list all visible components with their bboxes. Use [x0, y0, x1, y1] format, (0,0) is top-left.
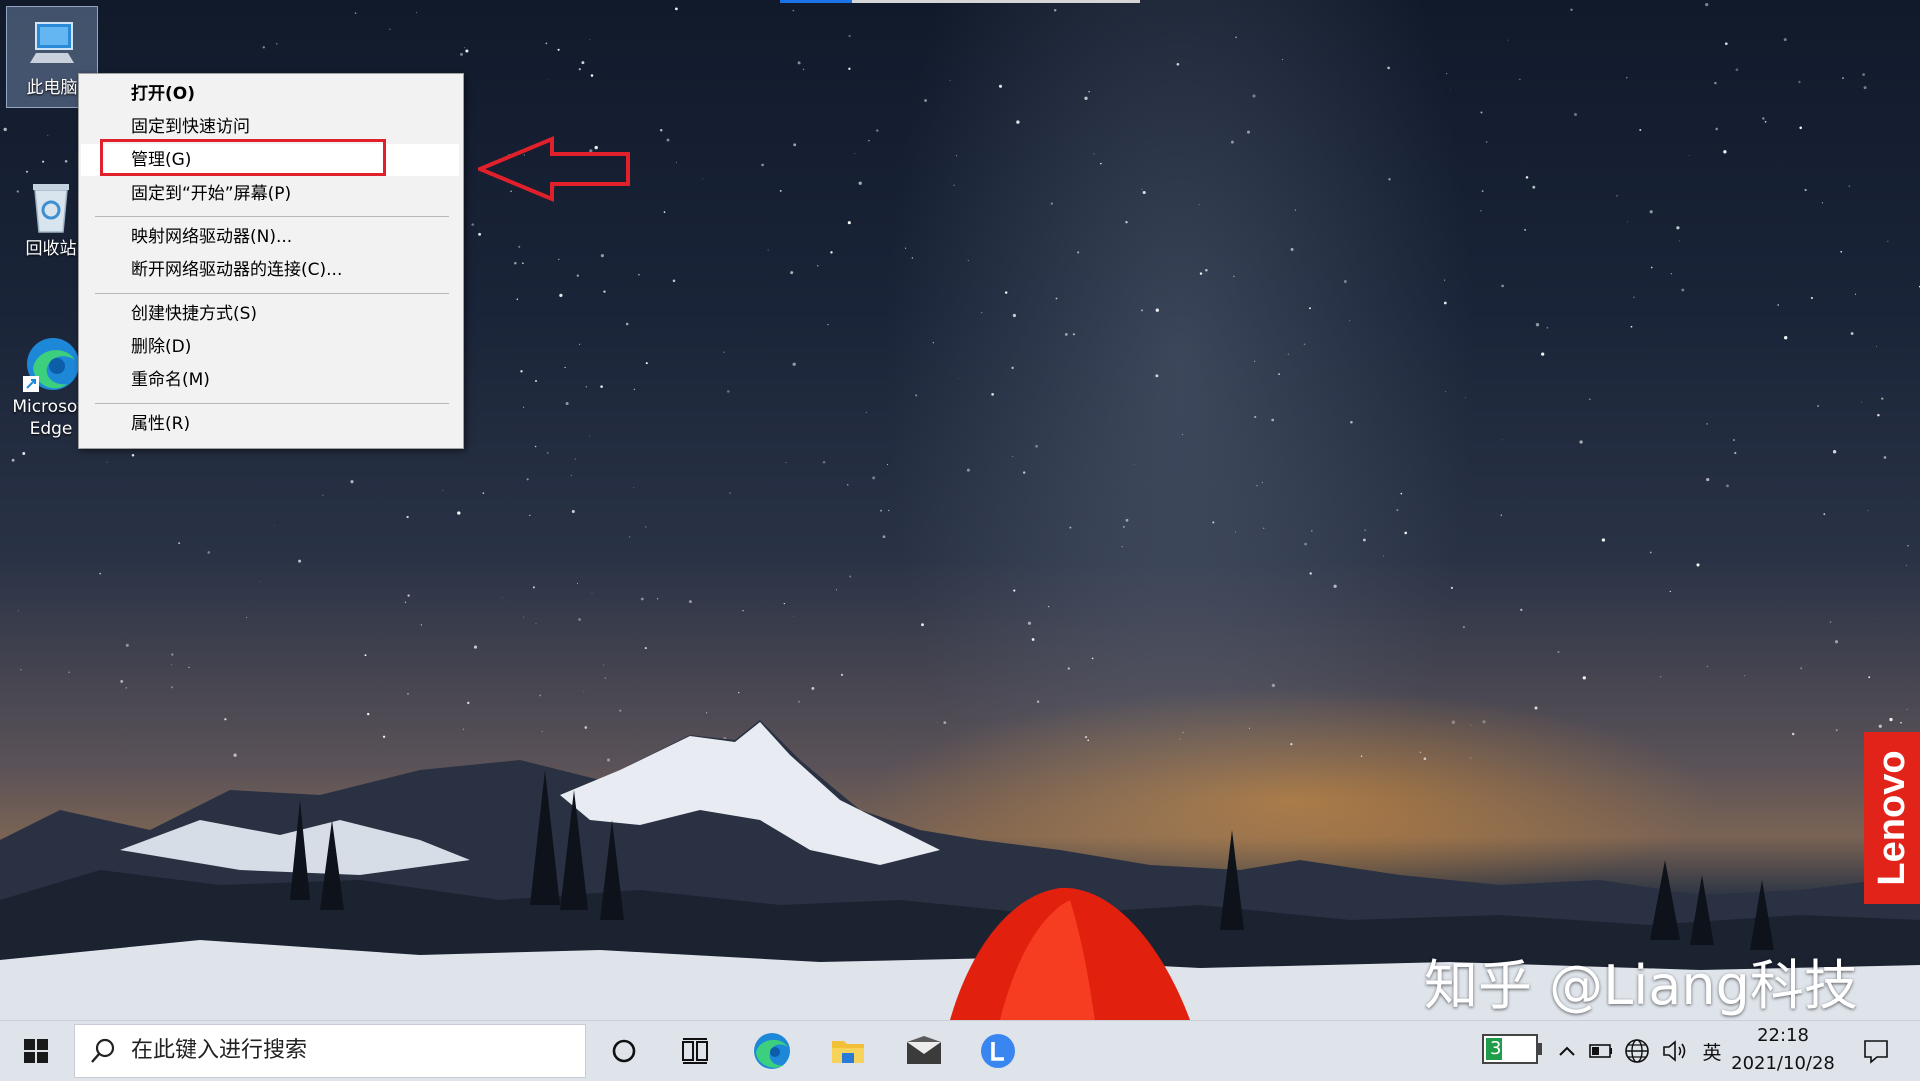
cortana-button[interactable] [594, 1021, 654, 1081]
chevron-up-icon [1559, 1046, 1575, 1056]
edge-icon [754, 1033, 790, 1069]
battery-tip [1538, 1043, 1542, 1055]
network-tray-button[interactable] [1620, 1021, 1654, 1081]
task-view-icon [682, 1038, 708, 1064]
search-input[interactable]: 在此键入进行搜索 [74, 1024, 586, 1078]
start-button[interactable] [8, 1021, 64, 1081]
desktop[interactable]: 此电脑 回收站 Microsoft Edge 打开(O) 固定到快速访问 管理(… [0, 0, 1920, 1020]
menu-item-create-shortcut[interactable]: 创建快捷方式(S) [81, 298, 459, 330]
globe-icon [1625, 1039, 1649, 1063]
mail-icon [907, 1036, 941, 1064]
this-pc-icon [22, 15, 82, 75]
lenovo-logo-text: Lenovo [1871, 750, 1913, 886]
watermark: 知乎 @Liang科技 [1424, 954, 1858, 1017]
lenovo-logo: Lenovo [1864, 732, 1920, 904]
recycle-bin-icon [21, 176, 81, 236]
cortana-icon [612, 1039, 636, 1063]
action-center-button[interactable] [1850, 1021, 1902, 1081]
volume-tray-button[interactable] [1658, 1021, 1692, 1081]
file-explorer-icon [832, 1041, 864, 1063]
menu-separator [95, 293, 449, 294]
search-placeholder: 在此键入进行搜索 [131, 1038, 308, 1063]
menu-item-pin-start[interactable]: 固定到“开始”屏幕(P) [81, 178, 459, 210]
power-tray-button[interactable] [1586, 1021, 1616, 1081]
mail-button[interactable] [894, 1021, 954, 1081]
annotation-highlight-box [100, 139, 386, 176]
taskbar-edge-button[interactable] [742, 1021, 802, 1081]
annotation-arrow-icon [478, 136, 630, 202]
tray-overflow-button[interactable] [1552, 1021, 1582, 1081]
menu-item-delete[interactable]: 删除(D) [81, 331, 459, 363]
edge-icon [21, 334, 81, 394]
lenovo-app-button[interactable] [968, 1021, 1028, 1081]
task-view-button[interactable] [666, 1021, 726, 1081]
file-explorer-button[interactable] [818, 1021, 878, 1081]
clock-date[interactable]: 2021/10/28 [1720, 1053, 1846, 1074]
taskbar: 在此键入进行搜索 34% 英 22:18 2021/10/28 [0, 1020, 1920, 1081]
menu-item-rename[interactable]: 重命名(M) [81, 364, 459, 396]
start-icon [24, 1039, 48, 1063]
menu-item-disconnect-drive[interactable]: 断开网络驱动器的连接(C)... [81, 254, 459, 286]
notification-icon [1864, 1040, 1888, 1064]
search-icon [91, 1038, 115, 1063]
menu-item-open[interactable]: 打开(O) [81, 78, 459, 110]
lenovo-l-icon [981, 1034, 1015, 1068]
speaker-icon [1663, 1040, 1686, 1062]
menu-separator [95, 403, 449, 404]
battery-percent: 34% [1489, 1038, 1530, 1059]
menu-item-map-drive[interactable]: 映射网络驱动器(N)... [81, 221, 459, 253]
battery-indicator[interactable]: 34% [1482, 1034, 1538, 1064]
window-strip-accent [780, 0, 852, 3]
battery-icon [1589, 1044, 1612, 1058]
menu-separator [95, 216, 449, 217]
context-menu: 打开(O) 固定到快速访问 管理(G) 固定到“开始”屏幕(P) 映射网络驱动器… [78, 73, 464, 449]
menu-item-properties[interactable]: 属性(R) [81, 408, 459, 440]
clock-time[interactable]: 22:18 [1728, 1025, 1838, 1046]
